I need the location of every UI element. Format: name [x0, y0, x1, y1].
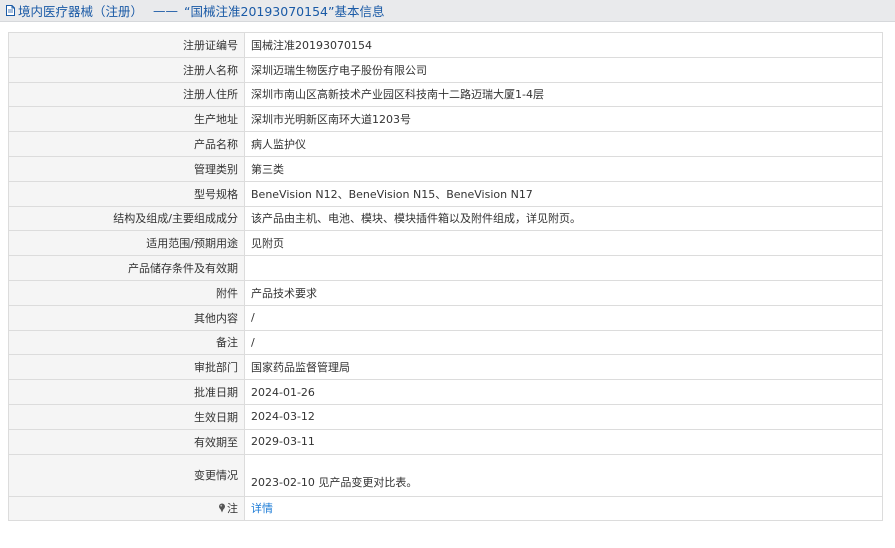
- pin-icon: [219, 503, 225, 513]
- row-label: 批准日期: [8, 379, 245, 405]
- table-row-storage-conditions: 产品储存条件及有效期: [8, 255, 883, 281]
- row-value: 产品技术要求: [244, 279, 883, 306]
- row-label: 备注: [8, 329, 245, 356]
- row-label: 注册证编号: [8, 32, 245, 58]
- row-value: 2023-02-10 见产品变更对比表。: [244, 453, 883, 497]
- row-value: /: [244, 329, 883, 356]
- row-value: /: [244, 304, 883, 331]
- table-row-approval-date: 批准日期 2024-01-26: [8, 379, 883, 405]
- row-label: 注册人名称: [8, 56, 245, 83]
- row-label: 有效期至: [8, 428, 245, 455]
- row-value: 深圳市南山区高新技术产业园区科技南十二路迈瑞大厦1-4层: [244, 81, 883, 108]
- table-row-attachment: 附件 产品技术要求: [8, 279, 883, 306]
- table-row-registrant-address: 注册人住所 深圳市南山区高新技术产业园区科技南十二路迈瑞大厦1-4层: [8, 81, 883, 108]
- note-label-text: 注: [227, 502, 238, 516]
- row-label: 生产地址: [8, 106, 245, 133]
- table-row-approval-department: 审批部门 国家药品监督管理局: [8, 354, 883, 381]
- table-row-expiry-date: 有效期至 2029-03-11: [8, 428, 883, 455]
- row-label: 其他内容: [8, 304, 245, 331]
- row-value: BeneVision N12、BeneVision N15、BeneVision…: [244, 180, 883, 207]
- row-value: 第三类: [244, 155, 883, 182]
- row-value: 国械注准20193070154: [244, 32, 883, 58]
- table-row-registration-number: 注册证编号 国械注准20193070154: [8, 32, 883, 58]
- table-row-registrant-name: 注册人名称 深圳迈瑞生物医疗电子股份有限公司: [8, 56, 883, 83]
- header-category-link[interactable]: 境内医疗器械（注册）: [18, 1, 143, 20]
- page-header: 境内医疗器械（注册） —— “国械注准20193070154”基本信息: [0, 0, 895, 22]
- row-value: 2024-01-26: [244, 379, 883, 405]
- row-value: 该产品由主机、电池、模块、模块插件箱以及附件组成，详见附页。: [244, 205, 883, 232]
- row-label: 附件: [8, 279, 245, 306]
- table-row-other-content: 其他内容 /: [8, 304, 883, 331]
- table-row-structure-composition: 结构及组成/主要组成成分 该产品由主机、电池、模块、模块插件箱以及附件组成，详见…: [8, 205, 883, 232]
- table-row-production-address: 生产地址 深圳市光明新区南环大道1203号: [8, 106, 883, 133]
- row-value: 详情: [244, 495, 883, 522]
- row-value: 深圳市光明新区南环大道1203号: [244, 106, 883, 133]
- row-value: 2029-03-11: [244, 428, 883, 455]
- row-label: 生效日期: [8, 403, 245, 430]
- row-label: 审批部门: [8, 354, 245, 381]
- table-row-effective-date: 生效日期 2024-03-12: [8, 403, 883, 430]
- row-label: 适用范围/预期用途: [8, 230, 245, 257]
- row-value: 深圳迈瑞生物医疗电子股份有限公司: [244, 56, 883, 83]
- row-label-note: 注: [8, 495, 245, 522]
- table-row-product-name: 产品名称 病人监护仪: [8, 131, 883, 157]
- document-icon: [6, 5, 15, 16]
- row-label: 注册人住所: [8, 81, 245, 108]
- table-row-change-history: 变更情况 2023-02-10 见产品变更对比表。: [8, 453, 883, 497]
- row-label: 变更情况: [8, 453, 245, 497]
- row-value: 2024-03-12: [244, 403, 883, 430]
- row-label: 型号规格: [8, 180, 245, 207]
- row-label: 产品储存条件及有效期: [8, 255, 245, 281]
- header-separator: ——: [153, 3, 179, 18]
- table-row-management-class: 管理类别 第三类: [8, 155, 883, 182]
- row-value: 国家药品监督管理局: [244, 354, 883, 381]
- table-row-note: 注 详情: [8, 495, 883, 522]
- table-row-model-spec: 型号规格 BeneVision N12、BeneVision N15、BeneV…: [8, 180, 883, 207]
- row-label: 管理类别: [8, 155, 245, 182]
- row-value: 病人监护仪: [244, 131, 883, 157]
- table-row-remarks: 备注 /: [8, 329, 883, 356]
- detail-table-container: 注册证编号 国械注准20193070154 注册人名称 深圳迈瑞生物医疗电子股份…: [8, 32, 883, 522]
- detail-table: 注册证编号 国械注准20193070154 注册人名称 深圳迈瑞生物医疗电子股份…: [8, 32, 883, 522]
- row-label: 结构及组成/主要组成成分: [8, 205, 245, 232]
- details-link[interactable]: 详情: [251, 502, 273, 515]
- row-value: 见附页: [244, 230, 883, 257]
- row-label: 产品名称: [8, 131, 245, 157]
- row-value: [244, 255, 883, 281]
- table-row-intended-use: 适用范围/预期用途 见附页: [8, 230, 883, 257]
- header-title: “国械注准20193070154”基本信息: [184, 4, 385, 19]
